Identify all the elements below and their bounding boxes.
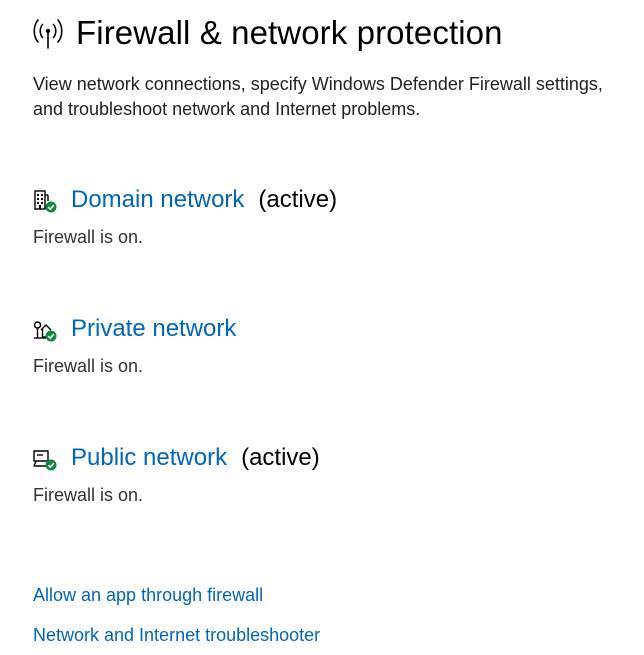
- domain-network-status: Firewall is on.: [33, 227, 144, 247]
- domain-network-section: Domain network (active) Firewall is on.: [33, 183, 337, 248]
- page-title: Firewall & network protection: [76, 14, 503, 51]
- page-header: Firewall & network protection: [32, 14, 503, 52]
- public-network-link[interactable]: Public network: [71, 444, 227, 472]
- public-network-status: Firewall is on.: [33, 485, 144, 505]
- domain-network-active-label: (active): [258, 186, 338, 213]
- page-description: View network connections, specify Window…: [33, 74, 603, 119]
- domain-network-link[interactable]: Domain network: [71, 186, 244, 214]
- allow-app-through-firewall-link[interactable]: Allow an app through firewall: [33, 585, 263, 606]
- private-network-status: Firewall is on.: [33, 356, 144, 376]
- private-home-icon: [33, 318, 57, 342]
- domain-building-icon: [33, 189, 57, 213]
- public-network-section: Public network (active) Firewall is on.: [33, 441, 320, 506]
- private-network-link[interactable]: Private network: [71, 315, 236, 343]
- wireless-antenna-icon: [32, 16, 64, 50]
- private-network-section: Private network Firewall is on.: [33, 312, 250, 377]
- network-troubleshooter-link[interactable]: Network and Internet troubleshooter: [33, 625, 320, 646]
- public-network-active-label: (active): [241, 444, 320, 471]
- public-cafe-icon: [33, 447, 57, 471]
